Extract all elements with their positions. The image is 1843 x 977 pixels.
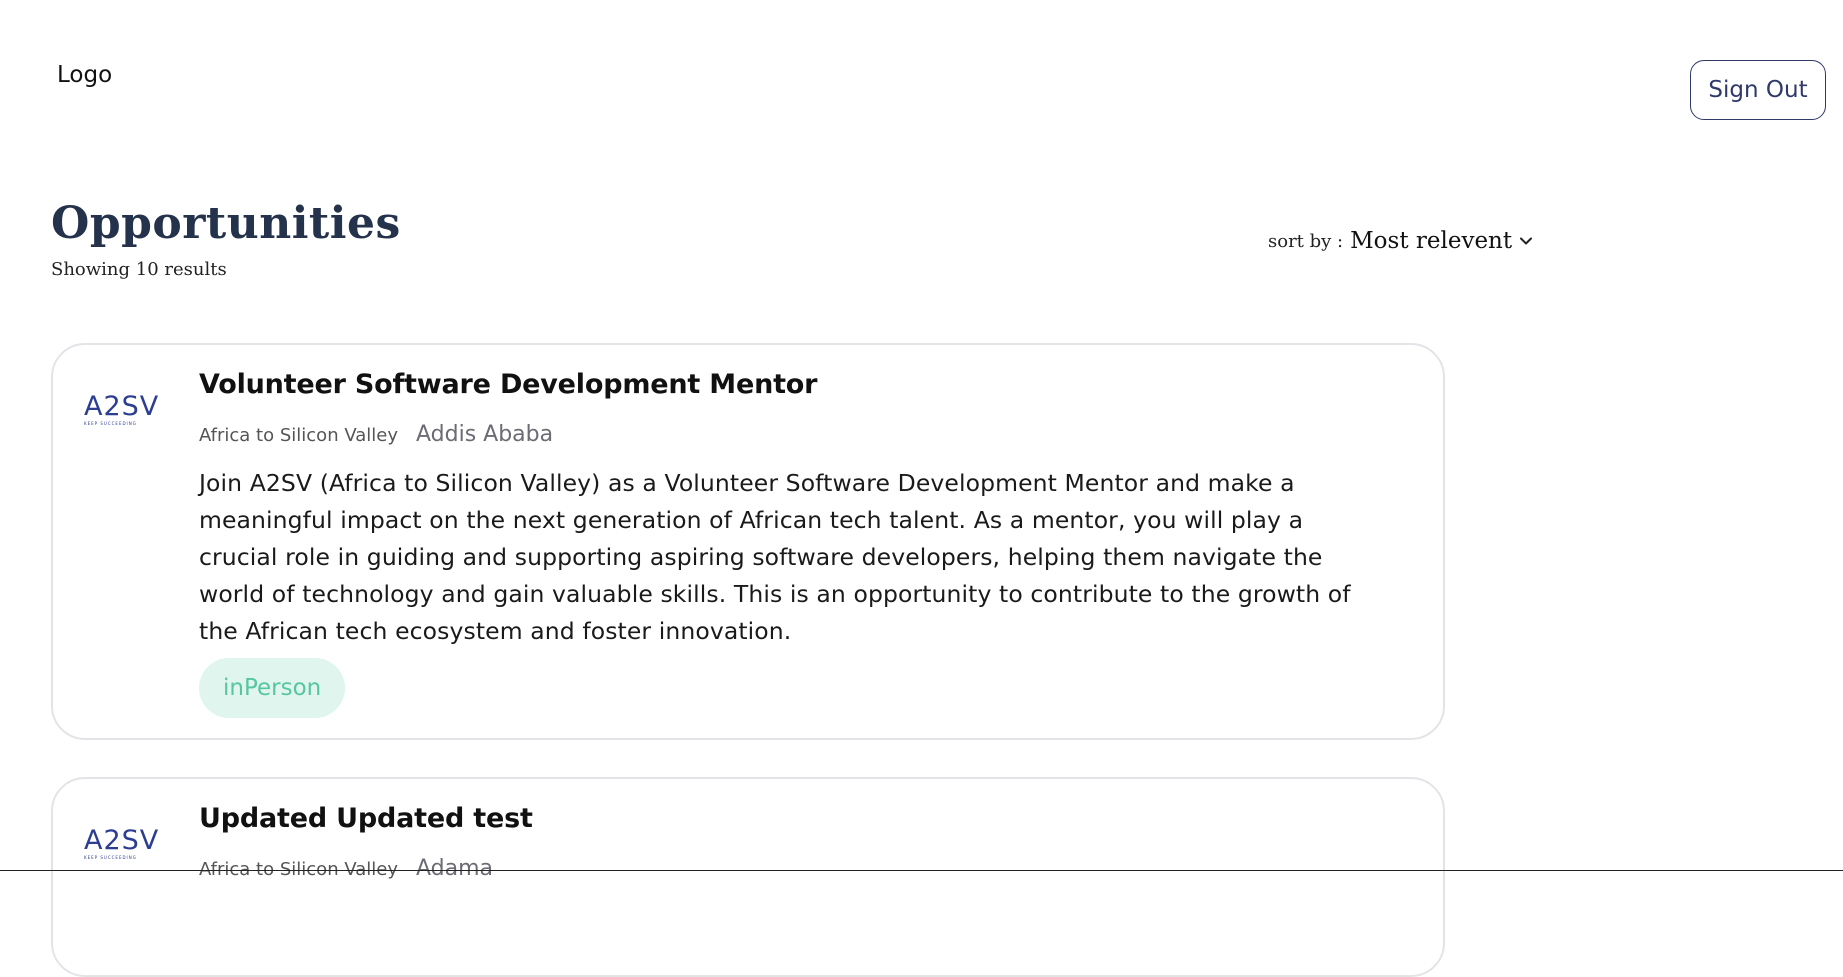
opportunity-meta: Africa to Silicon Valley Adama [199,856,493,881]
sort-control[interactable]: sort by : Most relevent [1268,228,1534,254]
opportunity-description: Join A2SV (Africa to Silicon Valley) as … [199,469,1351,645]
opportunity-card[interactable]: A2SV KEEP SUCCEEDING Updated Updated tes… [51,777,1445,977]
page-title: Opportunities [51,198,401,249]
org-logo: A2SV KEEP SUCCEEDING [84,393,164,427]
location: Addis Ababa [416,422,554,447]
org-logo: A2SV KEEP SUCCEEDING [84,827,164,861]
sign-out-button[interactable]: Sign Out [1690,60,1826,120]
org-logo-text: A2SV [84,825,160,856]
work-mode-badge: inPerson [199,658,346,718]
chevron-down-icon[interactable] [1518,233,1534,249]
opportunity-meta: Africa to Silicon Valley Addis Ababa [199,422,553,447]
result-count: Showing 10 results [51,259,227,280]
org-logo-text: A2SV [84,391,160,422]
site-logo[interactable]: Logo [57,62,112,88]
company-name: Africa to Silicon Valley [199,425,398,446]
sort-select[interactable]: Most relevent [1350,228,1512,254]
location: Adama [416,856,494,881]
opportunity-title[interactable]: Updated Updated test [199,803,533,834]
opportunity-card[interactable]: A2SV KEEP SUCCEEDING Volunteer Software … [51,343,1445,740]
sort-label: sort by : [1268,230,1344,252]
opportunity-title[interactable]: Volunteer Software Development Mentor [199,369,817,400]
